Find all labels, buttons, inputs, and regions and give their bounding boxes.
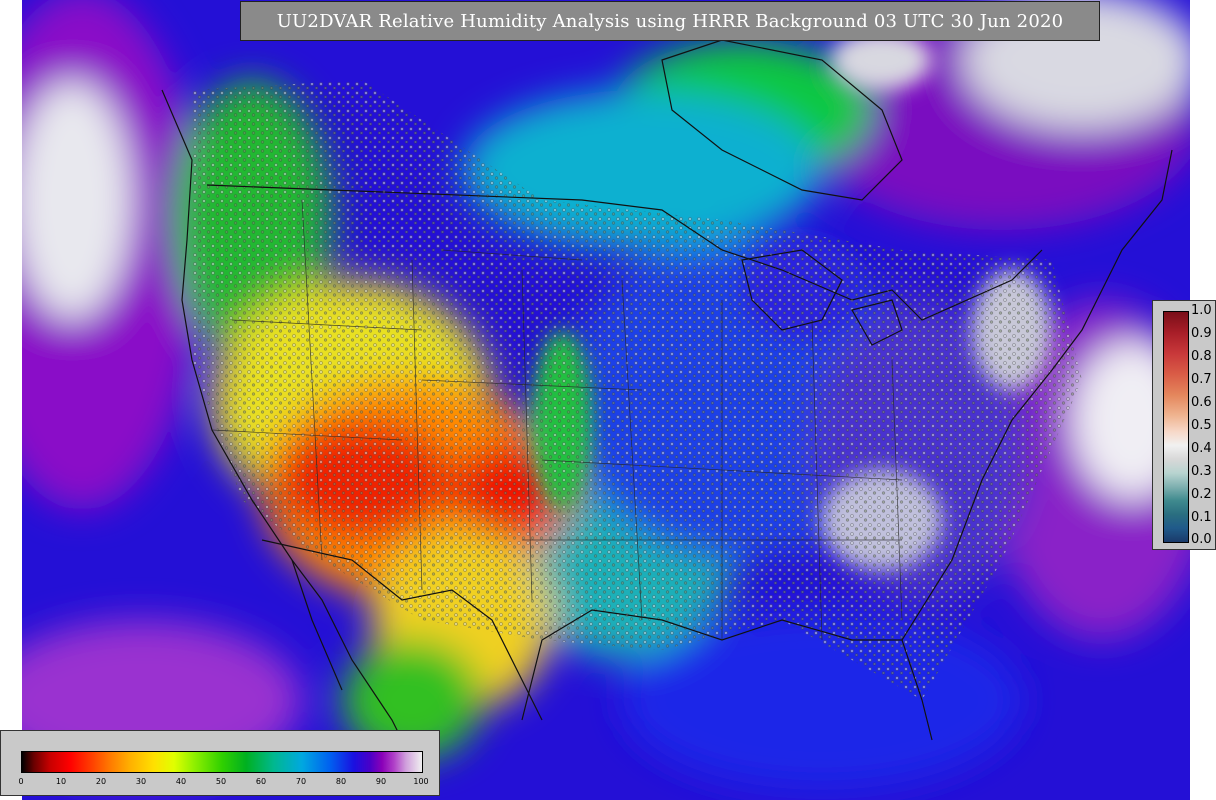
rh-tick-label: 0 xyxy=(18,777,24,786)
rh-tick-label: 40 xyxy=(175,777,187,786)
rh-tick-label: 90 xyxy=(375,777,387,786)
rh-tick-label: 100 xyxy=(413,777,429,786)
rh-tick-label: 80 xyxy=(335,777,347,786)
observation-colorbar-gradient xyxy=(1163,311,1189,543)
obs-tick-label: 0.4 xyxy=(1191,441,1212,456)
obs-tick-label: 0.9 xyxy=(1191,326,1212,341)
obs-tick-label: 0.5 xyxy=(1191,418,1212,433)
humidity-colorbar-gradient xyxy=(21,751,423,773)
obs-tick-label: 0.8 xyxy=(1191,349,1212,364)
humidity-colorbar: 0 10 20 30 40 50 60 70 80 90 100 xyxy=(0,730,440,796)
rh-tick-label: 20 xyxy=(95,777,107,786)
obs-tick-label: 0.1 xyxy=(1191,510,1212,525)
map-canvas xyxy=(22,0,1190,800)
obs-tick-label: 0.7 xyxy=(1191,372,1212,387)
map-title: UU2DVAR Relative Humidity Analysis using… xyxy=(240,1,1100,41)
rh-tick-label: 30 xyxy=(135,777,147,786)
obs-tick-label: 0.2 xyxy=(1191,487,1212,502)
rh-tick-label: 60 xyxy=(255,777,267,786)
rh-tick-label: 70 xyxy=(295,777,307,786)
obs-tick-label: 0.6 xyxy=(1191,395,1212,410)
obs-tick-label: 0.0 xyxy=(1191,532,1212,547)
observation-colorbar: 1.0 0.9 0.8 0.7 0.6 0.5 0.4 0.3 0.2 0.1 … xyxy=(1152,300,1216,550)
obs-tick-label: 1.0 xyxy=(1191,303,1212,318)
obs-tick-label: 0.3 xyxy=(1191,464,1212,479)
rh-tick-label: 10 xyxy=(55,777,67,786)
rh-tick-label: 50 xyxy=(215,777,227,786)
humidity-map[interactable] xyxy=(22,0,1190,800)
